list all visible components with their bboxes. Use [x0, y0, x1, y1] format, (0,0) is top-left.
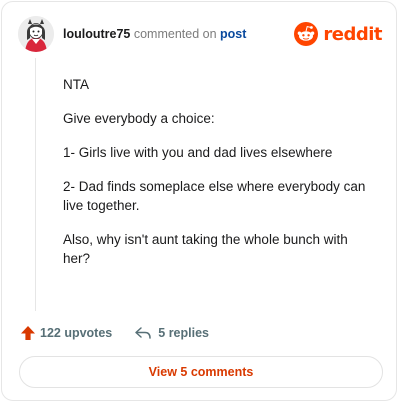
reddit-logo-icon — [294, 22, 319, 46]
reddit-wordmark: reddit — [323, 23, 382, 45]
upvote-count: 122 upvotes — [40, 326, 113, 340]
comment-paragraph: 2- Dad finds someplace else where everyb… — [63, 179, 366, 213]
comment-paragraph: 1- Girls live with you and dad lives els… — [63, 145, 333, 160]
comment-paragraph: NTA — [63, 77, 89, 92]
view-comments-button[interactable]: View 5 comments — [19, 356, 383, 388]
reply-count: 5 replies — [158, 326, 209, 340]
comment-actions: 122 upvotes 5 replies — [20, 323, 209, 343]
commented-on-text: commented on — [133, 27, 217, 41]
user-avatar-icon[interactable] — [18, 16, 54, 52]
reddit-brand[interactable]: reddit — [294, 21, 382, 47]
comment-meta: louloutre75 commented on post — [63, 27, 246, 41]
comment-card: louloutre75 commented on post reddit NTA… — [1, 1, 397, 401]
comment-header: louloutre75 commented on post reddit — [18, 16, 382, 52]
comment-body: NTA Give everybody a choice: 1- Girls li… — [63, 75, 368, 283]
username-link[interactable]: louloutre75 — [63, 27, 130, 41]
comment-paragraph: Also, why isn't aunt taking the whole bu… — [63, 232, 348, 266]
comment-paragraph: Give everybody a choice: — [63, 111, 215, 126]
upvote-button[interactable]: 122 upvotes — [20, 325, 112, 341]
upvote-arrow-icon — [21, 326, 35, 340]
reply-arrow-icon — [135, 327, 152, 339]
thread-line[interactable] — [35, 58, 36, 311]
post-link[interactable]: post — [220, 27, 246, 41]
reply-button[interactable]: 5 replies — [134, 325, 209, 341]
